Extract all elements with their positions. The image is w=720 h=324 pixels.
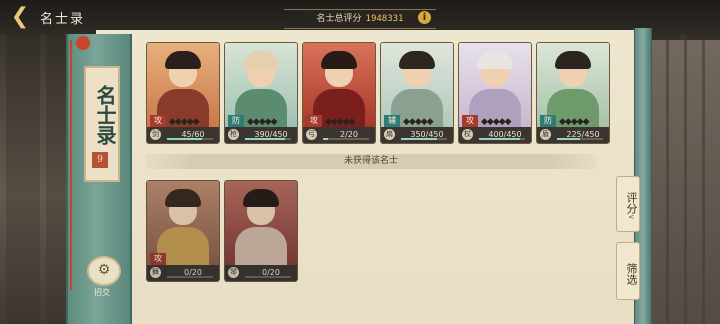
role-badge: 辅 — [384, 115, 400, 127]
weapon-type-icon: 舞 — [150, 267, 161, 278]
role-badge: 防 — [228, 115, 244, 127]
progress-fill — [167, 138, 202, 140]
weapon-type-icon: 杖 — [462, 129, 473, 140]
card-progress-area: 枪 390/450 — [225, 127, 297, 143]
card-progress-area: 盾 225/450 — [537, 127, 609, 143]
weapon-type-icon: 弓 — [306, 129, 317, 140]
exchange-button[interactable]: ⚙ 招交 — [84, 256, 121, 297]
progress-fill — [479, 138, 520, 140]
shard-count: 0/20 — [262, 268, 280, 277]
card-progress-area: 琴 0/20 — [225, 265, 297, 281]
shard-count: 350/450 — [410, 130, 444, 139]
progress-bar — [245, 138, 291, 140]
rating-sort-button[interactable]: 评分∨ — [616, 176, 640, 232]
star-rating: ◆◆◆◆◆ — [559, 117, 590, 127]
total-score-bar: 名士总评分 1948331 — [284, 9, 436, 29]
exchange-label: 招交 — [94, 288, 110, 297]
banner-title: 名士录 — [93, 85, 117, 145]
role-badge: 攻 — [462, 115, 478, 127]
seal-mark: 9 — [92, 152, 108, 168]
role-badge: 攻 — [306, 115, 322, 127]
progress-fill — [557, 138, 580, 140]
progress-bar — [167, 276, 213, 278]
card-progress-area: 弓 2/20 — [303, 127, 375, 143]
star-rating: ◆◆◆◆◆ — [247, 117, 278, 127]
hero-hair — [321, 51, 357, 69]
star-rating: ◆◆◆◆◆ — [169, 117, 200, 127]
owned-card[interactable]: 防 ◆◆◆◆◆ 盾 225/450 — [536, 42, 610, 144]
role-badge: 攻 — [150, 115, 166, 127]
star-rating: ◆◆◆◆◆ — [403, 117, 434, 127]
weapon-type-icon: 盾 — [540, 129, 551, 140]
owned-card[interactable]: 攻 ◆◆◆◆◆ 杖 400/450 — [458, 42, 532, 144]
shard-count: 2/20 — [340, 130, 358, 139]
role-badge: 攻 — [150, 253, 166, 265]
role-badge: 防 — [540, 115, 556, 127]
unowned-card[interactable]: 攻 舞 0/20 — [146, 180, 220, 282]
star-rating: ◆◆◆◆◆ — [481, 117, 512, 127]
shard-count: 390/450 — [254, 130, 288, 139]
rating-sort-label: 评分 — [625, 192, 638, 215]
hero-hair — [165, 189, 201, 207]
weapon-type-icon: 扇 — [384, 129, 395, 140]
owned-card[interactable]: 攻 ◆◆◆◆◆ 弓 2/20 — [302, 42, 376, 144]
unowned-card[interactable]: 琴 0/20 — [224, 180, 298, 282]
shard-count: 45/60 — [181, 130, 205, 139]
score-label: 名士总评分 — [316, 14, 362, 24]
card-progress-area: 剑 45/60 — [147, 127, 219, 143]
top-bar: ❮ 名士录 名士总评分 1948331 i — [0, 0, 720, 34]
hero-portrait — [225, 181, 297, 267]
hero-hair — [243, 51, 279, 69]
progress-fill — [401, 138, 437, 140]
score-value: 1948331 — [365, 14, 404, 24]
filter-button[interactable]: 筛选 — [616, 242, 640, 300]
progress-bar — [479, 138, 525, 140]
shard-count: 225/450 — [566, 130, 600, 139]
star-rating: ◆◆◆◆◆ — [325, 117, 356, 127]
hero-hair — [165, 51, 201, 69]
progress-bar — [245, 276, 291, 278]
progress-bar — [401, 138, 447, 140]
progress-bar — [557, 138, 603, 140]
weapon-type-icon: 剑 — [150, 129, 161, 140]
hero-hair — [243, 189, 279, 207]
hero-hair — [477, 51, 513, 69]
info-icon[interactable]: i — [418, 11, 431, 24]
card-progress-area: 扇 350/450 — [381, 127, 453, 143]
card-progress-area: 杖 400/450 — [459, 127, 531, 143]
weapon-type-icon: 琴 — [228, 267, 239, 278]
progress-fill — [323, 138, 328, 140]
owned-card[interactable]: 攻 ◆◆◆◆◆ 剑 45/60 — [146, 42, 220, 144]
progress-bar — [167, 138, 213, 140]
chevron-down-icon: ∨ — [627, 214, 636, 220]
hero-hair — [555, 51, 591, 69]
page-title: 名士录 — [40, 12, 86, 27]
shard-count: 0/20 — [184, 268, 202, 277]
progress-bar — [323, 138, 369, 140]
shard-count: 400/450 — [488, 130, 522, 139]
unowned-divider: 未获得该名士 — [146, 154, 596, 169]
owned-card[interactable]: 防 ◆◆◆◆◆ 枪 390/450 — [224, 42, 298, 144]
progress-fill — [245, 138, 286, 140]
owned-card[interactable]: 辅 ◆◆◆◆◆ 扇 350/450 — [380, 42, 454, 144]
hero-hair — [399, 51, 435, 69]
hero-body — [235, 227, 287, 267]
handshake-icon: ⚙ — [87, 256, 121, 286]
red-ribbon — [70, 40, 72, 290]
ribbon-knot-icon — [76, 36, 90, 50]
weapon-type-icon: 枪 — [228, 129, 239, 140]
filter-label: 筛选 — [625, 263, 638, 285]
back-arrow-icon[interactable]: ❮ — [8, 5, 32, 29]
card-progress-area: 舞 0/20 — [147, 265, 219, 281]
